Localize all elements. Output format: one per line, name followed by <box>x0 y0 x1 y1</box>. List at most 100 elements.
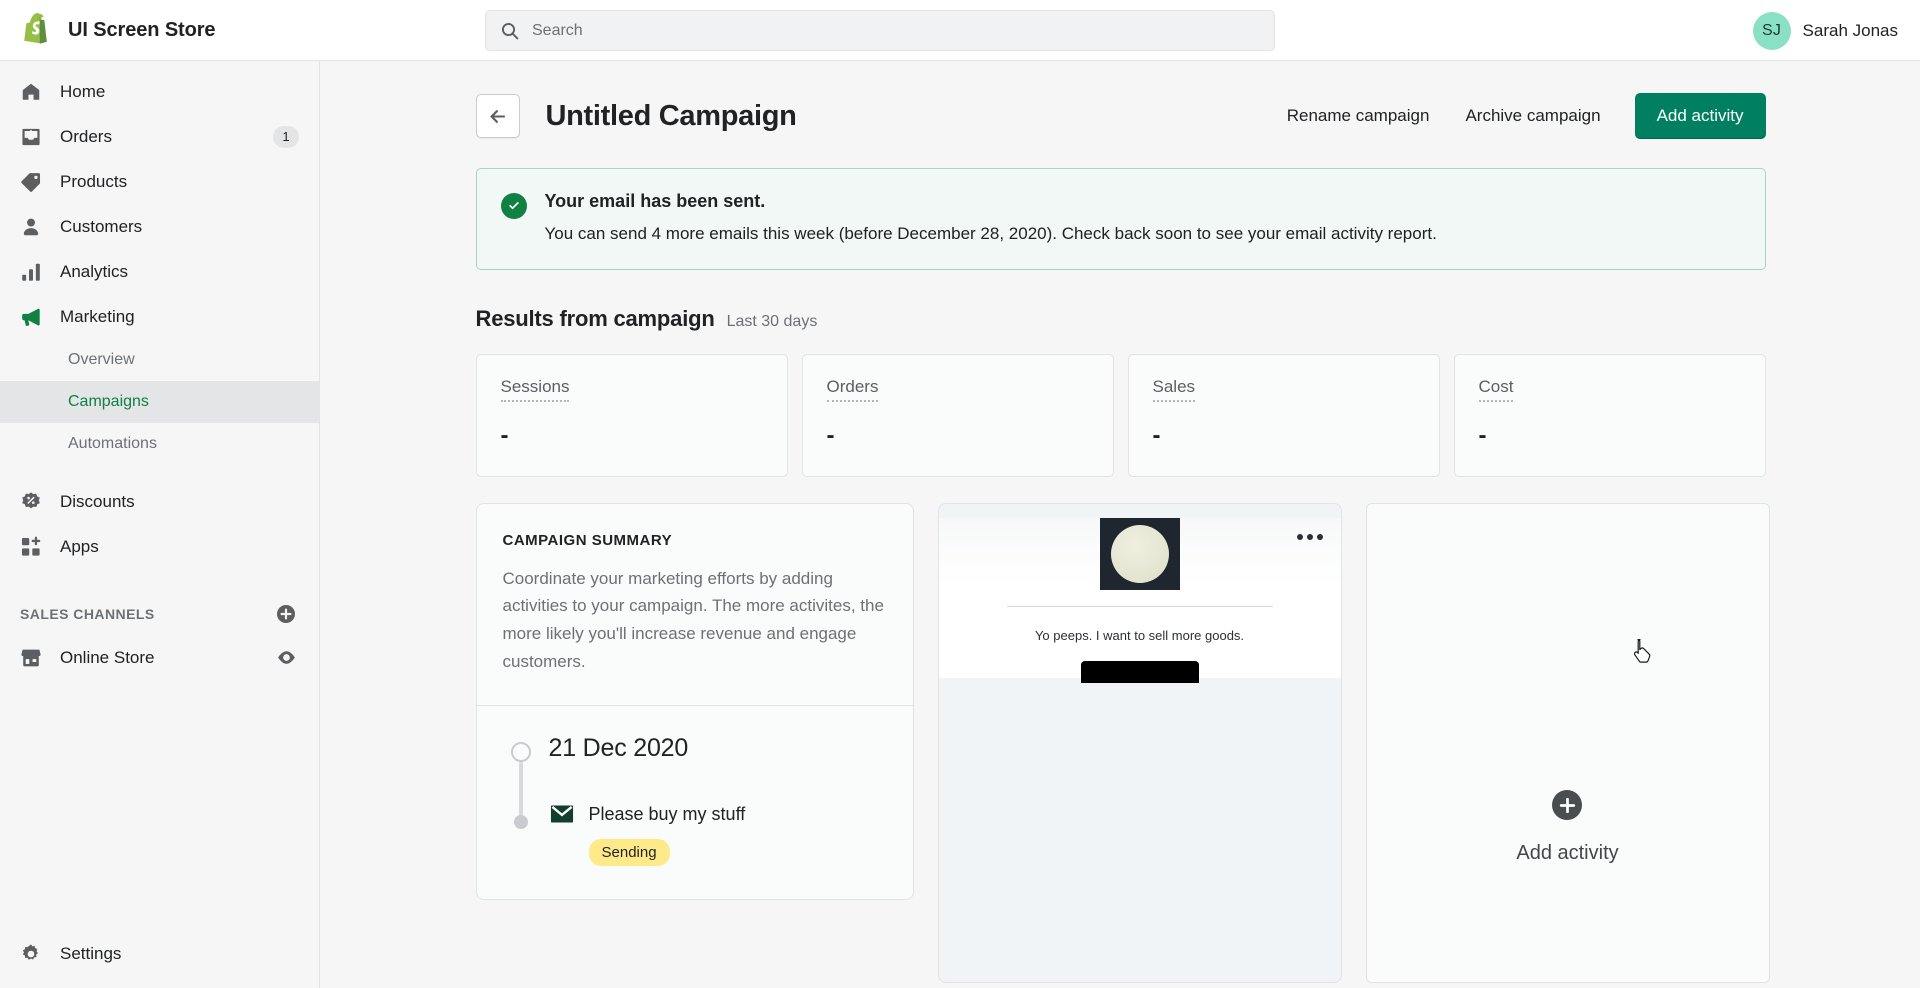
sidebar-item-label: Discounts <box>60 491 135 511</box>
metric-card-sales: Sales - <box>1127 353 1440 477</box>
shopify-bag-logo-icon <box>24 13 47 44</box>
results-title: Results from campaign <box>475 305 715 331</box>
gear-icon <box>20 943 42 965</box>
sidebar-item-settings[interactable]: Settings <box>0 931 319 976</box>
dot <box>1316 533 1323 540</box>
email-preview-card[interactable]: Yo peeps. I want to sell more goods. <box>937 502 1342 983</box>
brand[interactable]: UI Screen Store <box>0 13 320 47</box>
sidebar-item-orders[interactable]: Orders 1 <box>0 114 319 159</box>
more-horizontal-icon[interactable] <box>1296 533 1323 540</box>
rename-campaign-button[interactable]: Rename campaign <box>1269 96 1448 136</box>
results-subtitle: Last 30 days <box>726 312 818 330</box>
timeline-activity[interactable]: Please buy my stuff <box>549 801 887 827</box>
archive-campaign-button[interactable]: Archive campaign <box>1447 96 1618 136</box>
dot <box>1306 533 1313 540</box>
top-bar: UI Screen Store SJ Sarah Jonas <box>0 0 1920 61</box>
storefront-icon <box>20 647 42 669</box>
discount-badge-icon <box>20 491 42 513</box>
metric-value: - <box>1152 421 1161 449</box>
timeline-line <box>518 762 523 817</box>
add-activity-inner: Add activity <box>1516 790 1619 865</box>
timeline-ring-icon <box>510 742 531 763</box>
results-heading: Results from campaign Last 30 days <box>476 306 1766 332</box>
sidebar-item-online-store[interactable]: Online Store <box>0 635 319 680</box>
metric-value: - <box>500 421 509 449</box>
sidebar-item-home[interactable]: Home <box>0 69 319 114</box>
sidebar: Home Orders 1 Products Customers Analyti… <box>0 61 320 988</box>
search-container <box>485 10 1275 51</box>
home-icon <box>20 81 42 103</box>
sidebar-item-label: Settings <box>60 943 122 963</box>
campaign-summary-card: CAMPAIGN SUMMARY Coordinate your marketi… <box>475 502 914 900</box>
email-preview-content: Yo peeps. I want to sell more goods. <box>938 517 1341 683</box>
sidebar-subitem-automations[interactable]: Automations <box>0 423 319 465</box>
metric-label[interactable]: Cost <box>1478 377 1514 402</box>
page-header: Untitled Campaign Rename campaign Archiv… <box>475 92 1766 140</box>
arrow-left-icon <box>490 109 505 123</box>
add-activity-button[interactable]: Add activity <box>1634 93 1766 139</box>
sales-channels-title: SALES CHANNELS <box>20 606 155 622</box>
sidebar-item-products[interactable]: Products <box>0 159 319 204</box>
metric-label[interactable]: Orders <box>826 377 879 402</box>
search-input[interactable] <box>532 11 1260 50</box>
eye-icon[interactable] <box>275 647 297 669</box>
sidebar-item-label: Apps <box>60 536 99 556</box>
sidebar-subitem-overview[interactable]: Overview <box>0 339 319 381</box>
user-name: Sarah Jonas <box>1802 20 1898 40</box>
email-icon <box>549 801 575 827</box>
timeline-content: 21 Dec 2020 Please buy my stuff Sending <box>549 734 887 867</box>
avatar: SJ <box>1752 11 1791 50</box>
user-menu[interactable]: SJ Sarah Jonas <box>1752 0 1898 61</box>
sidebar-subitem-campaigns[interactable]: Campaigns <box>0 381 319 423</box>
summary-body: Coordinate your marketing efforts by add… <box>502 568 884 671</box>
timeline-dot-icon <box>513 815 528 830</box>
orders-inbox-icon <box>20 126 42 148</box>
divider <box>1006 605 1273 607</box>
dot <box>1296 533 1303 540</box>
metrics-row: Sessions - Orders - Sales - Cost - <box>475 353 1766 477</box>
metric-label[interactable]: Sales <box>1152 377 1196 402</box>
sidebar-item-marketing[interactable]: Marketing <box>0 294 319 339</box>
metric-value: - <box>1478 421 1487 449</box>
plus-icon <box>1552 790 1583 821</box>
page-title: Untitled Campaign <box>545 99 797 132</box>
sidebar-item-label: Products <box>60 171 128 191</box>
search-box[interactable] <box>485 10 1275 51</box>
sidebar-item-label: Home <box>60 81 106 101</box>
sidebar-item-discounts[interactable]: Discounts <box>0 479 319 524</box>
activity-name: Please buy my stuff <box>588 803 746 824</box>
search-icon <box>501 22 519 39</box>
sidebar-item-customers[interactable]: Customers <box>0 204 319 249</box>
sidebar-item-label: Marketing <box>60 306 135 326</box>
sidebar-subitem-label: Campaigns <box>68 393 149 410</box>
success-banner: Your email has been sent. You can send 4… <box>475 168 1766 270</box>
check-circle-icon <box>500 193 527 219</box>
email-cta-button <box>1080 660 1199 683</box>
orders-badge: 1 <box>273 125 299 148</box>
page-container: Untitled Campaign Rename campaign Archiv… <box>475 61 1770 983</box>
sidebar-item-apps[interactable]: Apps <box>0 524 319 569</box>
tag-icon <box>20 171 42 193</box>
metric-label[interactable]: Sessions <box>500 377 570 402</box>
timeline-rail <box>503 734 549 866</box>
metric-card-cost: Cost - <box>1453 353 1766 477</box>
sidebar-subitem-label: Overview <box>68 351 135 368</box>
email-hero-image <box>1099 517 1180 590</box>
email-caption: Yo peeps. I want to sell more goods. <box>1034 627 1245 643</box>
sidebar-item-analytics[interactable]: Analytics <box>0 249 319 294</box>
activity-cards-row: CAMPAIGN SUMMARY Coordinate your marketi… <box>475 502 1770 983</box>
bar-chart-icon <box>20 261 42 283</box>
sales-channels-header: SALES CHANNELS <box>0 593 319 635</box>
back-button[interactable] <box>475 94 520 138</box>
sidebar-item-label: Online Store <box>60 647 155 667</box>
brand-name: UI Screen Store <box>68 18 216 41</box>
summary-top: CAMPAIGN SUMMARY Coordinate your marketi… <box>477 504 913 706</box>
header-actions: Rename campaign Archive campaign Add act… <box>1269 93 1766 139</box>
add-activity-card[interactable]: Add activity <box>1365 502 1770 983</box>
metric-card-sessions: Sessions - <box>475 353 788 477</box>
plus-circle-icon[interactable] <box>275 603 297 625</box>
metric-card-orders: Orders - <box>801 353 1114 477</box>
banner-content: Your email has been sent. You can send 4… <box>545 191 1437 247</box>
banner-text: You can send 4 more emails this week (be… <box>544 224 1437 243</box>
sidebar-item-label: Customers <box>60 216 143 236</box>
